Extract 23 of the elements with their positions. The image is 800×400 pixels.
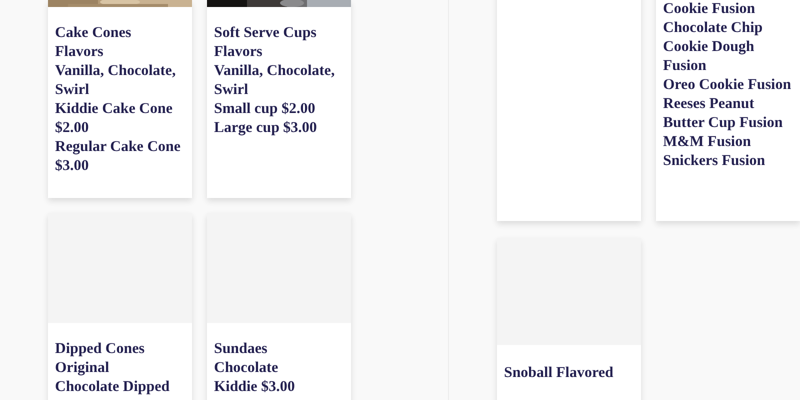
menu-text: Chocolate [214, 359, 280, 378]
menu-text: Cake Cones [55, 24, 132, 43]
menu-text: Soft Serve Cups [214, 24, 318, 43]
menu-text: Chocolate Chip Cookie Dough Fusion [663, 19, 764, 76]
menu-text: Flavors [214, 43, 264, 62]
menu-text: Kiddie Cake Cone $2.00 [55, 100, 174, 138]
menu-text: Chocolate Dipped [55, 378, 171, 397]
menu-text: Kiddie $3.00 [214, 378, 296, 397]
menu-text: Snoball Flavored [504, 364, 614, 383]
menu-text: Vanilla, Chocolate, Swirl [55, 62, 177, 100]
menu-text: Sundaes [214, 340, 268, 359]
menu-text: Cookie Fusion [663, 0, 756, 19]
menu-text: M&M Fusion [663, 133, 752, 152]
menu-text: Oreo Cookie Fusion [663, 76, 792, 95]
menu-text: Dipped Cones [55, 340, 146, 359]
menu-text: Reeses Peanut Butter Cup Fusion [663, 95, 784, 133]
menu-text: Snickers Fusion [663, 152, 766, 171]
menu-text: Regular Cake Cone $3.00 [55, 138, 182, 176]
menu-text: Large cup $3.00 [214, 119, 318, 138]
menu-text: Vanilla, Chocolate, Swirl [214, 62, 336, 100]
menu-text: Small cup $2.00 [214, 100, 316, 119]
menu-text: Original [55, 359, 110, 378]
menu-text: Flavors [55, 43, 104, 62]
